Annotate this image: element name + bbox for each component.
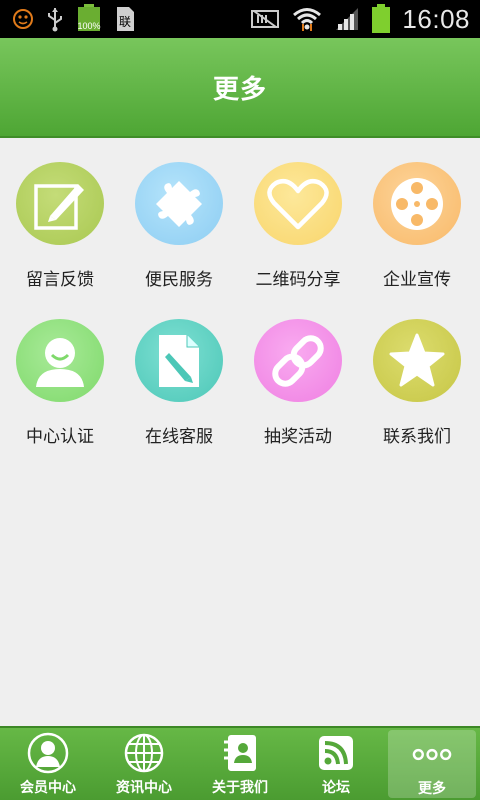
- grid-item-circle: [254, 162, 342, 245]
- tab-about-us[interactable]: 关于我们: [192, 728, 288, 800]
- sim-icon: 联: [117, 7, 134, 31]
- contacts-icon: [224, 735, 256, 771]
- link-icon: [272, 334, 324, 387]
- edit-icon: [34, 183, 84, 230]
- grid-item-label: 企业宣传: [383, 270, 451, 290]
- svg-text:联: 联: [119, 15, 131, 29]
- grid-item-circle: [135, 162, 223, 245]
- tab-more[interactable]: 更多: [388, 730, 476, 798]
- usb-icon: [48, 8, 62, 32]
- grid-item-label: 留言反馈: [26, 270, 94, 290]
- battery-percent: 100%: [77, 21, 101, 31]
- bottom-tab-bar: 会员中心 资讯中心 关于我们 论坛 更多: [0, 726, 480, 800]
- grid-item-label: 抽奖活动: [264, 427, 332, 447]
- status-bar-left: 100% 联: [12, 4, 136, 34]
- tab-label: 资讯中心: [116, 780, 172, 796]
- grid-item-qr-share[interactable]: 二维码分享: [238, 140, 358, 290]
- star-icon: [389, 333, 445, 386]
- grid-item-feedback[interactable]: 留言反馈: [0, 140, 120, 290]
- no-sim-icon: [251, 10, 280, 28]
- more-icon: [412, 748, 452, 761]
- tab-label: 会员中心: [20, 780, 76, 796]
- grid-item-label: 二维码分享: [255, 270, 341, 290]
- tab-label: 论坛: [322, 780, 350, 796]
- grid-item-lottery[interactable]: 抽奖活动: [238, 297, 358, 447]
- grid-item-contact[interactable]: 联系我们: [357, 297, 477, 447]
- tab-news-center[interactable]: 资讯中心: [96, 728, 192, 800]
- grid-item-certification[interactable]: 中心认证: [0, 297, 120, 447]
- face-icon: [13, 9, 33, 29]
- tab-member-center[interactable]: 会员中心: [0, 728, 96, 800]
- grid-item-label: 便民服务: [145, 270, 213, 290]
- grid-item-label: 联系我们: [383, 427, 451, 447]
- grid-item-circle: [373, 162, 461, 245]
- tab-label: 更多: [418, 781, 446, 797]
- grid-item-circle: [254, 319, 342, 402]
- grid-item-label: 中心认证: [26, 427, 94, 447]
- grid-item-online-service[interactable]: 在线客服: [119, 297, 239, 447]
- user-icon: [36, 337, 84, 387]
- rss-icon: [319, 736, 353, 770]
- heart-icon: [267, 178, 329, 229]
- signal-icon: [336, 8, 359, 30]
- status-bar: 100% 联 16:08: [0, 0, 480, 38]
- grid-item-services[interactable]: 便民服务: [119, 140, 239, 290]
- grid-item-promotion[interactable]: 企业宣传: [357, 140, 477, 290]
- member-icon: [27, 732, 69, 774]
- document-edit-icon: [159, 334, 199, 387]
- grid-item-circle: [16, 319, 104, 402]
- clock: 16:08: [402, 3, 470, 34]
- grid-item-circle: [16, 162, 104, 245]
- title-bar: 更多: [0, 38, 480, 138]
- puzzle-icon: [156, 180, 202, 227]
- film-reel-icon: [391, 177, 443, 230]
- battery-small-icon: 100%: [76, 4, 102, 34]
- page-title: 更多: [212, 74, 267, 105]
- grid-item-label: 在线客服: [145, 427, 213, 447]
- status-bar-right: 16:08: [250, 4, 470, 35]
- globe-icon: [124, 733, 164, 773]
- grid-item-circle: [373, 319, 461, 402]
- tab-label: 关于我们: [212, 780, 268, 796]
- grid-item-circle: [135, 319, 223, 402]
- battery-icon: [372, 4, 391, 34]
- tab-forum[interactable]: 论坛: [288, 728, 384, 800]
- wifi-icon: [293, 8, 322, 31]
